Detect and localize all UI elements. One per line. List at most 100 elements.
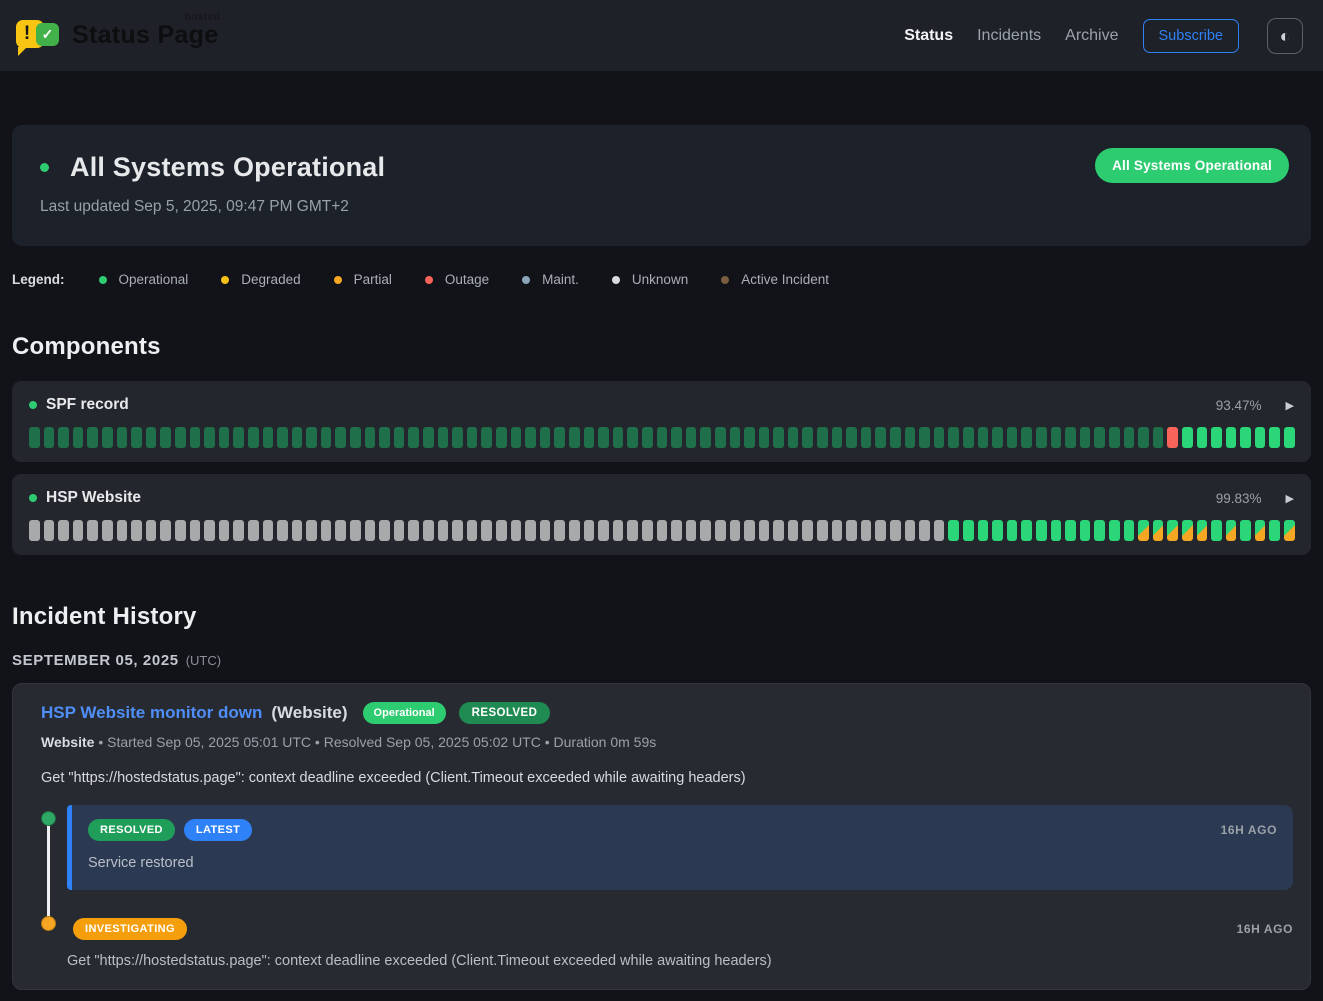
uptime-day-bar[interactable]	[715, 427, 726, 448]
uptime-day-bar[interactable]	[992, 427, 1003, 448]
uptime-day-bar[interactable]	[1182, 427, 1193, 448]
uptime-day-bar[interactable]	[832, 520, 843, 541]
uptime-day-bar[interactable]	[1255, 520, 1266, 541]
uptime-day-bar[interactable]	[131, 427, 142, 448]
uptime-day-bar[interactable]	[642, 427, 653, 448]
uptime-day-bar[interactable]	[190, 427, 201, 448]
uptime-day-bar[interactable]	[1240, 427, 1251, 448]
uptime-day-bar[interactable]	[905, 520, 916, 541]
uptime-day-bar[interactable]	[919, 427, 930, 448]
uptime-day-bar[interactable]	[87, 427, 98, 448]
uptime-day-bar[interactable]	[788, 427, 799, 448]
uptime-day-bar[interactable]	[1153, 427, 1164, 448]
uptime-day-bar[interactable]	[117, 427, 128, 448]
uptime-day-bar[interactable]	[671, 520, 682, 541]
uptime-day-bar[interactable]	[846, 520, 857, 541]
uptime-day-bar[interactable]	[802, 427, 813, 448]
uptime-day-bar[interactable]	[963, 427, 974, 448]
uptime-day-bar[interactable]	[292, 427, 303, 448]
uptime-day-bar[interactable]	[335, 427, 346, 448]
uptime-day-bar[interactable]	[146, 520, 157, 541]
uptime-day-bar[interactable]	[598, 520, 609, 541]
uptime-day-bar[interactable]	[146, 427, 157, 448]
uptime-day-bar[interactable]	[1138, 427, 1149, 448]
expand-arrow-icon[interactable]: ▶	[1286, 492, 1294, 505]
uptime-day-bar[interactable]	[160, 427, 171, 448]
uptime-day-bar[interactable]	[1182, 520, 1193, 541]
uptime-day-bar[interactable]	[861, 520, 872, 541]
uptime-day-bar[interactable]	[948, 520, 959, 541]
brand[interactable]: ! ✓ Status Page hosted	[14, 15, 222, 57]
uptime-day-bar[interactable]	[1226, 427, 1237, 448]
uptime-day-bar[interactable]	[131, 520, 142, 541]
uptime-day-bar[interactable]	[350, 520, 361, 541]
uptime-day-bar[interactable]	[1051, 427, 1062, 448]
uptime-day-bar[interactable]	[44, 520, 55, 541]
uptime-day-bar[interactable]	[58, 520, 69, 541]
uptime-day-bar[interactable]	[1124, 427, 1135, 448]
uptime-day-bar[interactable]	[992, 520, 1003, 541]
uptime-day-bar[interactable]	[875, 427, 886, 448]
nav-archive[interactable]: Archive	[1065, 27, 1118, 45]
uptime-day-bar[interactable]	[233, 427, 244, 448]
uptime-day-bar[interactable]	[467, 520, 478, 541]
subscribe-button[interactable]: Subscribe	[1143, 19, 1239, 53]
uptime-day-bar[interactable]	[29, 520, 40, 541]
uptime-day-bar[interactable]	[175, 427, 186, 448]
uptime-day-bar[interactable]	[1269, 427, 1280, 448]
uptime-day-bar[interactable]	[657, 520, 668, 541]
uptime-day-bar[interactable]	[919, 520, 930, 541]
uptime-day-bar[interactable]	[627, 427, 638, 448]
uptime-day-bar[interactable]	[1211, 520, 1222, 541]
theme-toggle-button[interactable]: ◐	[1267, 18, 1303, 54]
uptime-day-bar[interactable]	[321, 427, 332, 448]
uptime-day-bar[interactable]	[277, 520, 288, 541]
uptime-day-bar[interactable]	[277, 427, 288, 448]
uptime-day-bar[interactable]	[1269, 520, 1280, 541]
uptime-day-bar[interactable]	[263, 427, 274, 448]
uptime-day-bar[interactable]	[1065, 427, 1076, 448]
uptime-day-bar[interactable]	[890, 427, 901, 448]
uptime-day-bar[interactable]	[744, 427, 755, 448]
uptime-day-bar[interactable]	[1051, 520, 1062, 541]
uptime-day-bar[interactable]	[1226, 520, 1237, 541]
uptime-day-bar[interactable]	[467, 427, 478, 448]
uptime-day-bar[interactable]	[817, 520, 828, 541]
uptime-day-bar[interactable]	[1036, 520, 1047, 541]
uptime-day-bar[interactable]	[408, 427, 419, 448]
uptime-day-bar[interactable]	[540, 520, 551, 541]
uptime-day-bar[interactable]	[1007, 427, 1018, 448]
uptime-day-bar[interactable]	[1094, 427, 1105, 448]
uptime-day-bar[interactable]	[204, 520, 215, 541]
uptime-day-bar[interactable]	[379, 427, 390, 448]
uptime-day-bar[interactable]	[481, 427, 492, 448]
uptime-day-bar[interactable]	[846, 427, 857, 448]
uptime-day-bar[interactable]	[657, 427, 668, 448]
uptime-day-bar[interactable]	[335, 520, 346, 541]
uptime-day-bar[interactable]	[73, 520, 84, 541]
uptime-day-bar[interactable]	[613, 427, 624, 448]
uptime-day-bar[interactable]	[350, 427, 361, 448]
uptime-day-bar[interactable]	[248, 427, 259, 448]
uptime-day-bar[interactable]	[569, 427, 580, 448]
uptime-day-bar[interactable]	[1197, 520, 1208, 541]
uptime-day-bar[interactable]	[102, 427, 113, 448]
uptime-day-bar[interactable]	[686, 427, 697, 448]
uptime-day-bar[interactable]	[248, 520, 259, 541]
uptime-day-bar[interactable]	[773, 427, 784, 448]
uptime-day-bar[interactable]	[584, 520, 595, 541]
uptime-day-bar[interactable]	[321, 520, 332, 541]
uptime-day-bar[interactable]	[438, 427, 449, 448]
uptime-day-bar[interactable]	[1007, 520, 1018, 541]
uptime-day-bar[interactable]	[379, 520, 390, 541]
uptime-day-bar[interactable]	[730, 520, 741, 541]
uptime-day-bar[interactable]	[773, 520, 784, 541]
nav-status[interactable]: Status	[904, 27, 953, 45]
uptime-day-bar[interactable]	[175, 520, 186, 541]
uptime-day-bar[interactable]	[58, 427, 69, 448]
uptime-day-bar[interactable]	[948, 427, 959, 448]
uptime-day-bar[interactable]	[525, 520, 536, 541]
uptime-day-bar[interactable]	[394, 520, 405, 541]
uptime-day-bar[interactable]	[511, 520, 522, 541]
uptime-day-bar[interactable]	[44, 427, 55, 448]
